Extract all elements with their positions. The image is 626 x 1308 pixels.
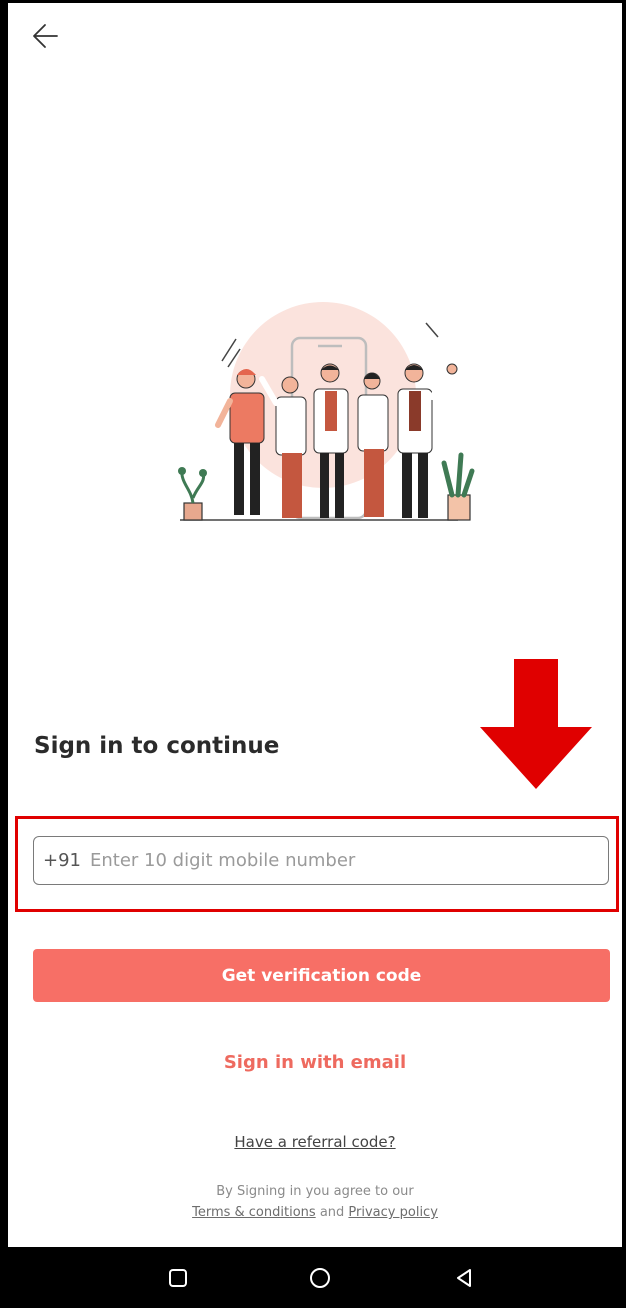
square-icon (169, 1269, 187, 1287)
circle-icon (310, 1268, 330, 1288)
page-title: Sign in to continue (34, 733, 280, 759)
signin-screen: Sign in to continue +91 Get verification… (8, 3, 622, 1247)
mobile-number-field[interactable]: +91 (33, 836, 609, 885)
annotation-arrow-icon (480, 659, 592, 789)
and-text: and (319, 1205, 345, 1220)
sign-in-with-email-link[interactable]: Sign in with email (8, 1052, 622, 1073)
arrow-left-icon (33, 24, 58, 48)
legal-links: Terms & conditions and Privacy policy (8, 1205, 622, 1220)
get-verification-code-button[interactable]: Get verification code (33, 949, 610, 1002)
referral-code-link[interactable]: Have a referral code? (8, 1133, 622, 1151)
country-code: +91 (43, 850, 81, 871)
terms-link[interactable]: Terms & conditions (192, 1205, 316, 1220)
back-button[interactable] (28, 19, 62, 53)
recent-apps-button[interactable] (165, 1265, 191, 1291)
triangle-back-icon (457, 1269, 471, 1287)
system-navigation-bar (8, 1247, 622, 1308)
agreement-text: By Signing in you agree to our (216, 1184, 414, 1199)
home-button[interactable] (307, 1265, 333, 1291)
system-back-button[interactable] (451, 1265, 477, 1291)
privacy-link[interactable]: Privacy policy (348, 1205, 437, 1220)
mobile-number-input[interactable] (90, 850, 608, 871)
healthcare-team-illustration (178, 302, 475, 521)
